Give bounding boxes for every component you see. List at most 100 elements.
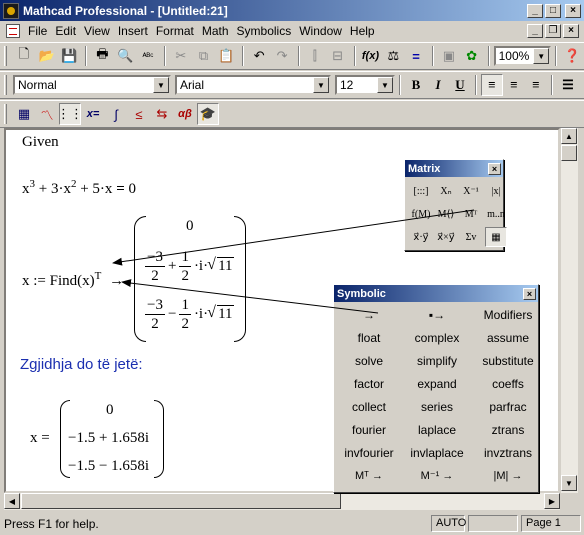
invlaplace-button[interactable]: invlaplace [410,444,463,463]
doc-minimize-button[interactable]: _ [527,24,543,38]
matrix-column-button[interactable]: M⟨⟩ [435,204,457,224]
print-icon[interactable]: 🖶 [91,45,113,67]
matrix-insert-button[interactable]: [:::] [410,181,432,201]
menu-symbolics[interactable]: Symbolics [233,24,296,38]
horizontal-scrollbar[interactable]: ◀ ▶ [4,493,560,510]
doc-restore-button[interactable]: ❐ [545,24,561,38]
invfourier-button[interactable]: invfourier [344,444,393,463]
collect-button[interactable]: collect [352,398,386,417]
menu-format[interactable]: Format [152,24,198,38]
scroll-up-icon[interactable]: ▲ [561,128,577,144]
menu-edit[interactable]: Edit [51,24,80,38]
scroll-left-icon[interactable]: ◀ [4,493,20,509]
font-size-select[interactable]: 12 ▼ [335,75,395,95]
programming-palette-icon[interactable]: ⇆ [151,103,173,125]
cut-icon[interactable]: ✂ [170,45,192,67]
dot-product-button[interactable]: x⃗·y⃗ [410,227,432,247]
align-across-icon[interactable]: ⫿ [304,45,326,67]
vertical-scrollbar[interactable]: ▲ ▼ [560,128,578,493]
document-icon[interactable] [6,24,20,38]
menu-math[interactable]: Math [198,24,233,38]
equation[interactable]: x3 + 3·x2 + 5·x = 0 [22,178,136,198]
style-select[interactable]: Normal ▼ [13,75,171,95]
matrix-inverse-button[interactable]: X⁻¹ [460,181,482,201]
open-folder-icon[interactable]: 📂 [36,45,58,67]
parfrac-button[interactable]: parfrac [489,398,526,417]
range-variable-button[interactable]: m..n [485,204,507,224]
chevron-down-icon[interactable]: ▼ [153,77,169,93]
find-assignment[interactable]: x := Find(x)T → [22,270,124,290]
calculate-icon[interactable]: = [405,45,427,67]
align-down-icon[interactable]: ⊟ [327,45,349,67]
menu-window[interactable]: Window [295,24,346,38]
substitute-button[interactable]: substitute [482,352,533,371]
evaluation-palette-icon[interactable]: x= [82,103,104,125]
modifiers-button[interactable]: Modifiers [484,306,533,325]
menu-help[interactable]: Help [346,24,379,38]
redo-icon[interactable]: ↷ [271,45,293,67]
minimize-button[interactable]: _ [527,3,543,18]
float-button[interactable]: float [358,329,381,348]
symbolic-evaluate-button[interactable]: → [363,306,375,325]
vector-sum-button[interactable]: Σv [460,227,482,247]
close-icon[interactable]: × [488,162,501,175]
align-left-icon[interactable]: ≡ [481,74,503,96]
fourier-button[interactable]: fourier [352,421,386,440]
doc-close-button[interactable]: × [563,24,579,38]
symbolic-palette-title-bar[interactable]: Symbolic × [334,285,538,302]
print-preview-icon[interactable]: 🔍 [114,45,136,67]
horizontal-scroll-thumb[interactable] [21,493,341,509]
help-icon[interactable]: ❓ [561,45,583,67]
matrix-palette-icon[interactable]: ⋮⋮ [57,103,83,125]
symbolic-inverse-button[interactable]: M⁻¹ → [421,467,454,486]
scroll-down-icon[interactable]: ▼ [561,475,577,491]
resources-icon[interactable]: ✿ [461,45,483,67]
cross-product-button[interactable]: x⃗×y⃗ [435,227,457,247]
insert-unit-icon[interactable]: ⚖ [382,45,404,67]
insert-component-icon[interactable]: ▣ [438,45,460,67]
vectorize-button[interactable]: f(M) [410,204,432,224]
assume-button[interactable]: assume [487,329,529,348]
matrix-transpose-button[interactable]: Mᵀ [460,204,482,224]
underline-button[interactable]: U [449,74,471,96]
coeffs-button[interactable]: coeffs [492,375,524,394]
expand-button[interactable]: expand [417,375,456,394]
calculus-palette-icon[interactable]: ∫ [105,103,127,125]
bullets-icon[interactable]: ☰ [557,74,579,96]
numeric-result-label[interactable]: x = [30,430,50,447]
align-center-icon[interactable]: ≡ [503,74,525,96]
calculator-palette-icon[interactable]: ▦ [13,103,35,125]
copy-icon[interactable]: ⧉ [193,45,215,67]
boolean-palette-icon[interactable]: ≤ [128,103,150,125]
save-icon[interactable]: 💾 [59,45,81,67]
scroll-right-icon[interactable]: ▶ [544,493,560,509]
factor-button[interactable]: factor [354,375,384,394]
font-select[interactable]: Arial ▼ [175,75,331,95]
complex-button[interactable]: complex [415,329,460,348]
given-keyword[interactable]: Given [22,134,59,151]
laplace-button[interactable]: laplace [418,421,456,440]
close-button[interactable]: × [565,3,581,18]
simplify-button[interactable]: simplify [417,352,457,371]
align-right-icon[interactable]: ≡ [525,74,547,96]
mathcad-app-icon[interactable] [3,2,19,19]
close-icon[interactable]: × [523,287,536,300]
insert-function-icon[interactable]: f(x) [360,45,382,67]
chevron-down-icon[interactable]: ▼ [377,77,393,93]
matrix-subscript-button[interactable]: Xₙ [435,181,457,201]
symbolic-palette-icon[interactable]: 🎓 [197,103,219,125]
ztrans-button[interactable]: ztrans [492,421,525,440]
maximize-button[interactable]: □ [545,3,561,18]
symbolic-transpose-button[interactable]: Mᵀ → [355,467,383,486]
solution-heading[interactable]: Zgjidhja do të jetë: [20,356,143,373]
undo-icon[interactable]: ↶ [248,45,270,67]
chevron-down-icon[interactable]: ▼ [313,77,329,93]
symbolic-palette[interactable]: Symbolic × → ▪→ Modifiers float complex … [333,284,539,493]
spell-check-icon[interactable]: ᴬᴮᶜ [137,45,159,67]
solve-button[interactable]: solve [355,352,383,371]
greek-palette-icon[interactable]: αβ [174,103,196,125]
graph-palette-icon[interactable]: 〽 [36,103,58,125]
new-document-icon[interactable]: 🗋 [13,45,35,67]
matrix-palette-title-bar[interactable]: Matrix × [405,160,503,177]
zoom-select[interactable]: 100% ▼ [493,46,552,66]
